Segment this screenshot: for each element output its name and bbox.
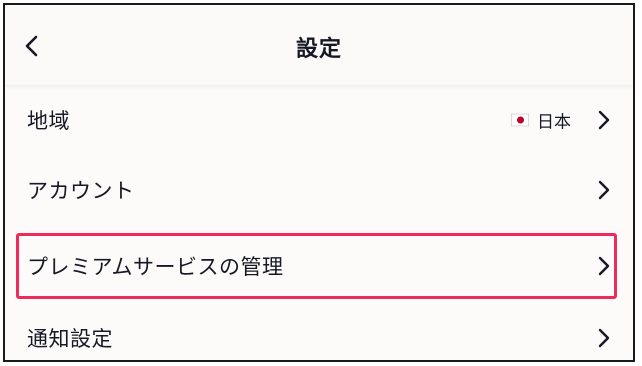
header-bar: 設定 <box>5 5 633 85</box>
chevron-right-icon <box>598 110 610 130</box>
chevron-right-icon <box>598 328 610 348</box>
row-label: 地域 <box>27 109 70 133</box>
region-name: 日本 <box>537 112 571 133</box>
japan-flag-icon <box>511 113 529 127</box>
settings-row-account[interactable]: アカウント <box>5 155 633 225</box>
page-title: 設定 <box>295 37 342 62</box>
highlight-box <box>16 233 617 299</box>
chevron-right-icon <box>598 180 610 200</box>
row-label: 通知設定 <box>27 327 113 351</box>
settings-row-notifications[interactable]: 通知設定 <box>5 303 633 360</box>
settings-screen: 設定 地域 日本 アカウント プレミアムサービスの管理 通知設定 <box>3 3 635 362</box>
region-value: 日本 <box>511 108 571 133</box>
row-label: アカウント <box>27 179 135 203</box>
settings-row-region[interactable]: 地域 日本 <box>5 85 633 155</box>
